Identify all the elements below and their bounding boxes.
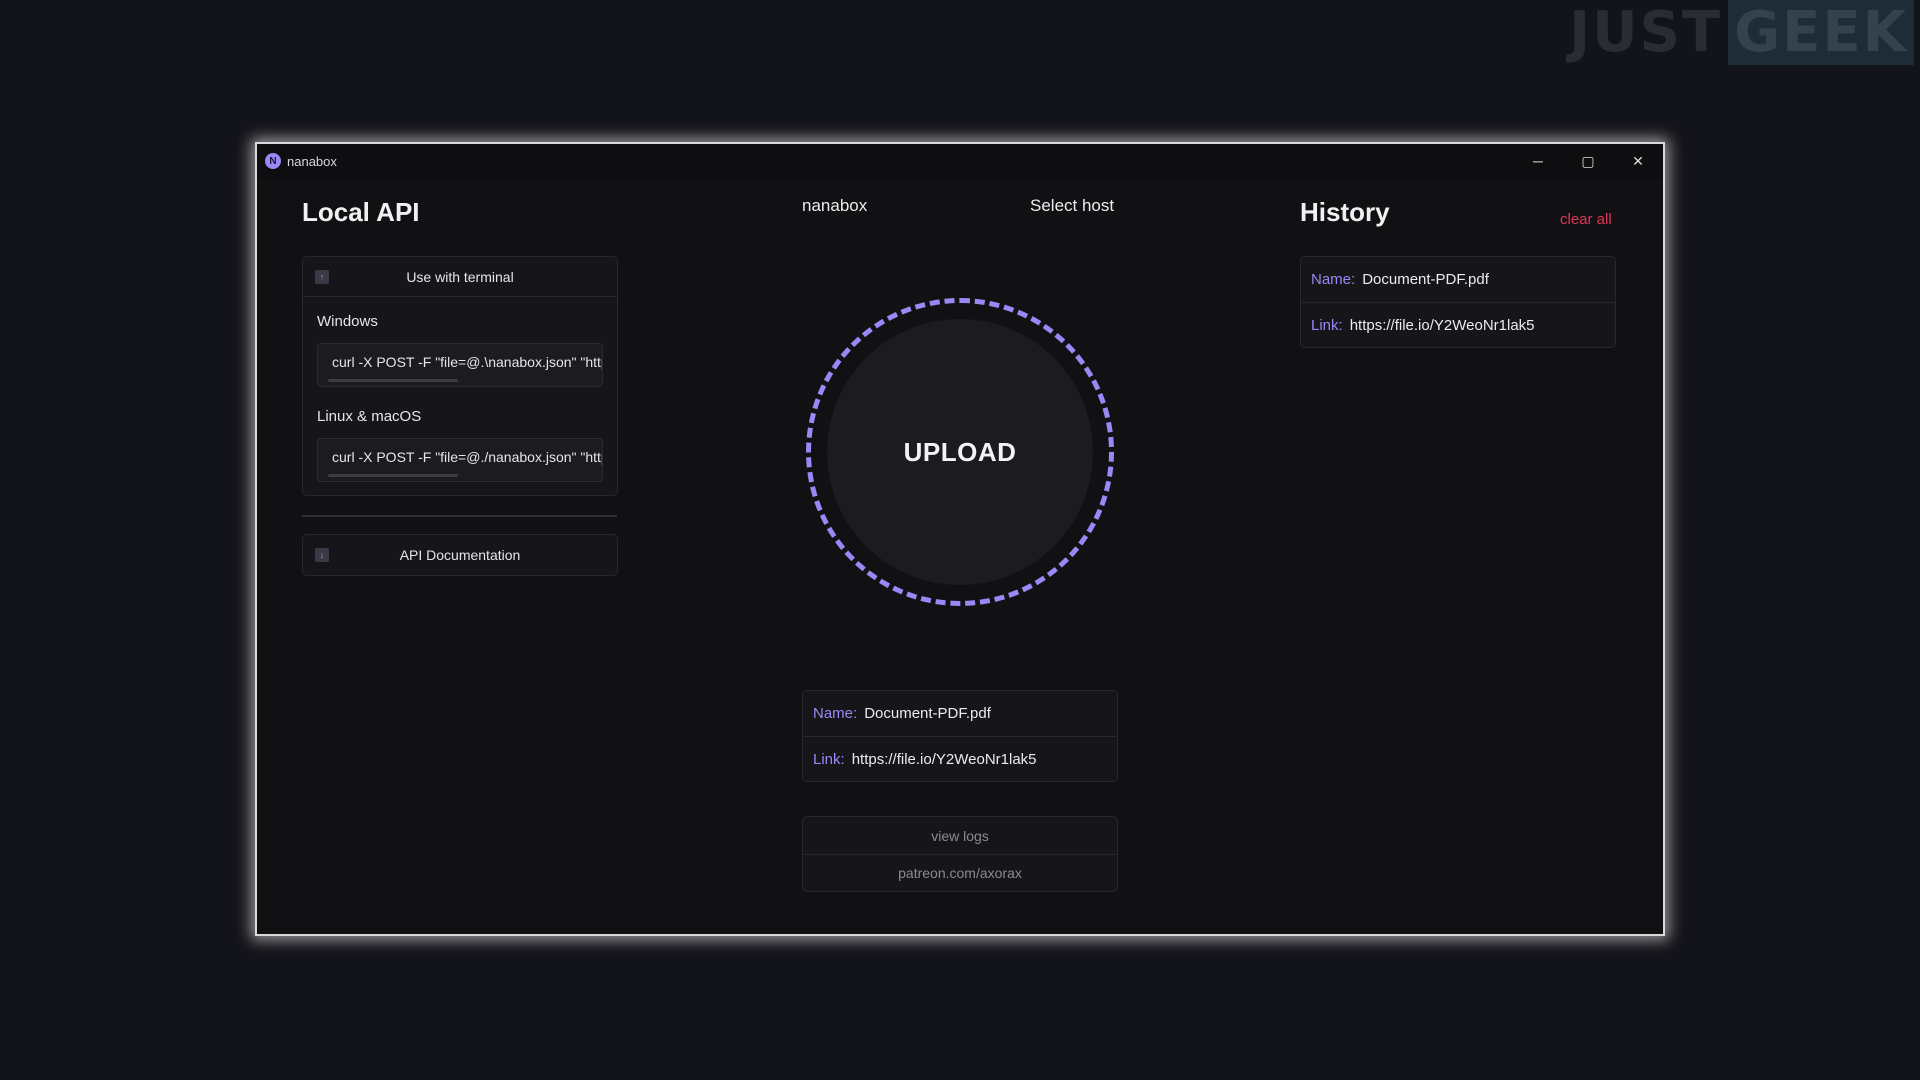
maximize-button[interactable]: ▢ (1563, 144, 1613, 178)
arrow-up-icon: ↑ (315, 269, 329, 284)
history-link-row[interactable]: Link: https://file.io/Y2WeoNr1lak5 (1301, 302, 1615, 347)
terminal-accordion-header[interactable]: ↑ Use with terminal (303, 257, 617, 297)
upload-button[interactable]: UPLOAD (827, 319, 1093, 585)
watermark-geek: GEEK (1728, 0, 1914, 65)
close-button[interactable]: ✕ (1613, 144, 1663, 178)
linux-command-scrollbar[interactable] (328, 474, 458, 477)
window-controls: ─ ▢ ✕ (1513, 144, 1663, 178)
docs-panel: ↓ API Documentation (302, 534, 618, 576)
result-link-key: Link: (813, 750, 845, 768)
history-name-row: Name: Document-PDF.pdf (1301, 257, 1615, 302)
windows-command-scrollbar[interactable] (328, 379, 458, 382)
view-logs-button[interactable]: view logs (803, 817, 1117, 854)
select-host-link[interactable]: Select host (1030, 196, 1114, 216)
windows-command-field[interactable]: curl -X POST -F "file=@.\nanabox.json" "… (317, 343, 603, 387)
nanabox-link[interactable]: nanabox (802, 196, 867, 216)
windows-command-text: curl -X POST -F "file=@.\nanabox.json" "… (332, 354, 602, 370)
result-name-value: Document-PDF.pdf (864, 705, 991, 722)
windows-label: Windows (317, 313, 378, 330)
watermark-just: JUST (1569, 0, 1723, 65)
result-name-row: Name: Document-PDF.pdf (803, 691, 1117, 736)
window-title: nanabox (287, 153, 337, 169)
patreon-link[interactable]: patreon.com/axorax (803, 854, 1117, 891)
history-name-key: Name: (1311, 271, 1356, 288)
linux-command-field[interactable]: curl -X POST -F "file=@./nanabox.json" "… (317, 438, 603, 482)
docs-accordion-label: API Documentation (399, 547, 521, 563)
clear-all-button[interactable]: clear all (1560, 211, 1612, 228)
docs-accordion-header[interactable]: ↓ API Documentation (303, 535, 617, 575)
terminal-accordion-label: Use with terminal (406, 268, 514, 285)
upload-dropzone[interactable]: UPLOAD (806, 298, 1114, 606)
footer-links: view logs patreon.com/axorax (802, 816, 1118, 892)
terminal-panel: ↑ Use with terminal Windows curl -X POST… (302, 256, 618, 496)
history-link-key: Link: (1311, 316, 1343, 334)
upload-result-card: Name: Document-PDF.pdf Link: https://fil… (802, 690, 1118, 782)
history-title: History (1300, 197, 1390, 227)
result-link-row[interactable]: Link: https://file.io/Y2WeoNr1lak5 (803, 736, 1117, 781)
history-item: Name: Document-PDF.pdf Link: https://fil… (1300, 256, 1616, 348)
title-bar[interactable]: N nanabox ─ ▢ ✕ (257, 144, 1663, 178)
arrow-down-icon: ↓ (315, 548, 329, 562)
watermark: JUST GEEK (1569, 0, 1914, 65)
history-link-value[interactable]: https://file.io/Y2WeoNr1lak5 (1350, 317, 1535, 334)
result-link-value[interactable]: https://file.io/Y2WeoNr1lak5 (852, 751, 1037, 768)
app-logo-icon: N (265, 153, 281, 169)
minimize-button[interactable]: ─ (1513, 144, 1563, 178)
history-name-value: Document-PDF.pdf (1362, 271, 1489, 288)
section-divider (302, 515, 617, 517)
local-api-title: Local API (302, 197, 420, 227)
result-name-key: Name: (813, 705, 858, 722)
linux-macos-label: Linux & macOS (317, 408, 422, 425)
linux-command-text: curl -X POST -F "file=@./nanabox.json" "… (332, 449, 602, 465)
